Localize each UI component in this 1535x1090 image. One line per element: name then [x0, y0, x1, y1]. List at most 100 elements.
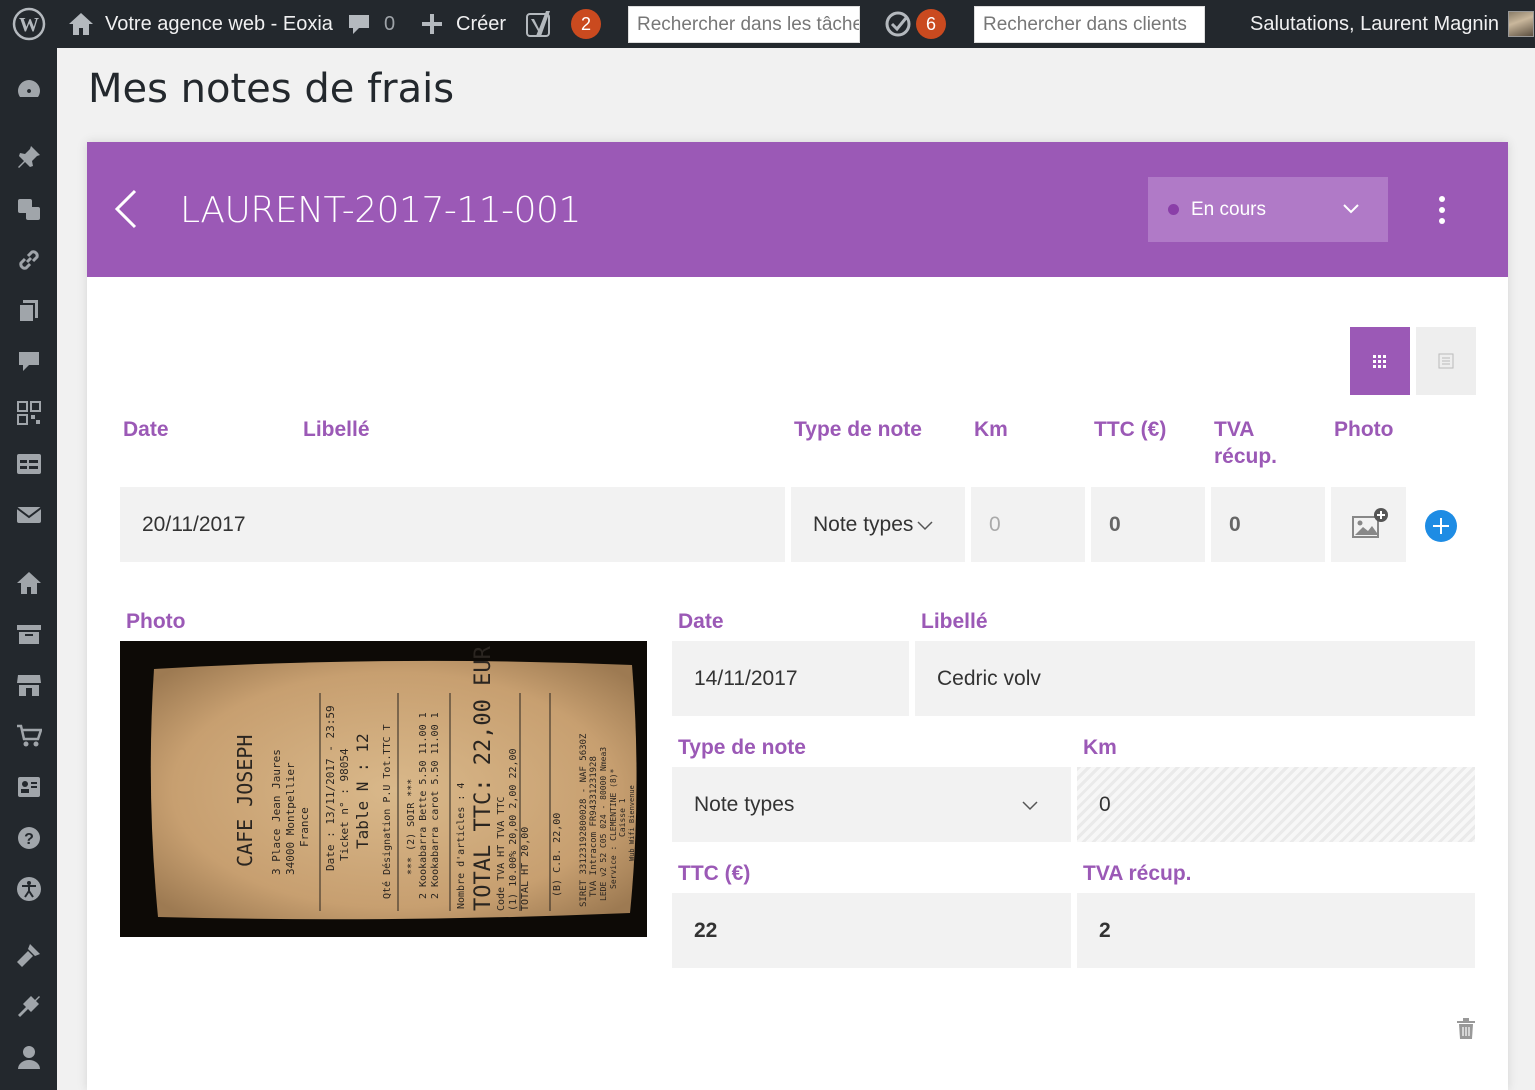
detail-km-label: Km [1083, 736, 1117, 759]
clients-search-input[interactable]: Rechercher dans clients [974, 6, 1205, 43]
new-content-menu[interactable]: Créer [420, 0, 506, 48]
new-photo-button[interactable] [1331, 487, 1406, 562]
admin-sidebar: ? [0, 48, 57, 1090]
new-tva-input[interactable]: 0 [1211, 487, 1325, 562]
detail-km-input[interactable]: 0 [1077, 767, 1475, 842]
new-date-input[interactable]: 20/11/2017 [120, 487, 785, 562]
wordpress-logo-icon[interactable]: W [12, 0, 46, 48]
store-icon[interactable] [14, 670, 44, 700]
receipt-country: France [298, 807, 311, 847]
header-km: Km [974, 418, 1008, 441]
seo-menu[interactable]: 2 [526, 0, 601, 48]
pin-icon[interactable] [14, 142, 44, 172]
greeting: Salutations, Laurent Magnin [1250, 12, 1500, 35]
new-label: Créer [456, 12, 507, 35]
plugins-icon[interactable] [14, 991, 44, 1021]
svg-text:W: W [19, 14, 39, 36]
more-options-button[interactable] [1439, 192, 1445, 228]
table-icon[interactable] [14, 449, 44, 479]
detail-date-label: Date [678, 610, 724, 633]
tasks-menu[interactable]: 6 [884, 0, 946, 48]
receipt-columns: Qté Désignation P.U Tot.TTC T [381, 724, 393, 899]
account-menu[interactable]: Salutations, Laurent Magnin [1250, 0, 1535, 48]
dashboard-icon[interactable] [14, 75, 44, 105]
detail-tva-label: TVA récup. [1083, 862, 1192, 885]
plus-icon [422, 14, 442, 34]
receipt-address2: 34000 Montpellier [284, 762, 297, 875]
receipt-lede: LEDE v2 52 C05 024 - 80000 Nmea3 [599, 747, 608, 901]
header-photo: Photo [1334, 418, 1394, 441]
seo-badge: 2 [571, 9, 601, 39]
appearance-icon[interactable] [14, 940, 44, 970]
status-select[interactable]: En cours [1148, 177, 1388, 242]
list-view-button[interactable] [1416, 327, 1476, 395]
receipt-item2: 2 Kookabarra carot 5.50 11.00 1 [430, 712, 441, 899]
receipt-address1: 3 Place Jean Jaures [270, 749, 283, 875]
receipt-wifi: Wub Wifi Bienvenue [628, 785, 636, 861]
contact-card-icon[interactable] [14, 772, 44, 802]
receipt-date: Date : 13/11/2017 - 23:59 [324, 705, 337, 871]
tasks-search-input[interactable]: Rechercher dans les tâche [628, 6, 860, 43]
archive-icon[interactable] [14, 619, 44, 649]
receipt-total: TOTAL TTC: 22,00 EUR [471, 645, 496, 911]
new-ttc-input[interactable]: 0 [1091, 487, 1205, 562]
site-name: Votre agence web - Eoxia [105, 12, 333, 35]
comments-icon[interactable] [14, 347, 44, 377]
chevron-down-icon [917, 521, 933, 531]
comment-icon [349, 15, 369, 34]
users-icon[interactable] [14, 1042, 44, 1072]
task-check-icon [885, 11, 911, 37]
header-tva-line2: récup. [1214, 445, 1278, 468]
detail-tva-input[interactable]: 2 [1077, 893, 1475, 968]
link-icon[interactable] [14, 245, 44, 275]
status-value: En cours [1191, 198, 1266, 220]
note-reference: LAURENT-2017-11-001 [180, 190, 581, 231]
pages-icon[interactable] [14, 296, 44, 326]
page-title: Mes notes de frais [88, 66, 455, 112]
chevron-down-icon [1022, 801, 1038, 811]
trash-icon [1457, 1018, 1475, 1039]
new-type-value: Note types [813, 512, 914, 536]
detail-type-select[interactable]: Note types [672, 767, 1071, 842]
back-button[interactable] [107, 187, 147, 232]
receipt-photo[interactable]: CAFE JOSEPH 3 Place Jean Jaures 34000 Mo… [120, 641, 647, 937]
receipt-nb-articles: Nombre d'articles : 4 [456, 783, 467, 909]
add-image-icon [1351, 507, 1388, 538]
receipt-service: Service : CLEMENTINE (8)* [609, 768, 618, 889]
media-icon[interactable] [14, 194, 44, 224]
receipt-tva-head: Code TVA HT TVA TTC [496, 797, 507, 911]
expense-report-panel: LAURENT-2017-11-001 En cours Date Libell… [87, 142, 1508, 1090]
tasks-badge: 6 [916, 9, 946, 39]
receipt-cb: (B) C.B. 22,00 [552, 813, 563, 897]
detail-date-input[interactable]: 14/11/2017 [672, 641, 909, 716]
chevron-left-icon [114, 189, 137, 229]
avatar [1508, 11, 1535, 37]
grid-view-button[interactable] [1350, 327, 1410, 395]
new-km-input[interactable]: 0 [971, 487, 1085, 562]
receipt-caisse: Caisse 1 [618, 798, 627, 837]
site-menu[interactable]: Votre agence web - Eoxia [68, 0, 333, 48]
receipt-table: Table N : 12 [353, 733, 372, 849]
header-date: Date [123, 418, 169, 441]
help-icon[interactable]: ? [14, 823, 44, 853]
admin-bar: W Votre agence web - Eoxia 0 Créer 2 Rec… [0, 0, 1535, 48]
plus-icon [1433, 518, 1449, 534]
header-tva: TVA récup. [1214, 416, 1277, 470]
home-icon [69, 13, 93, 35]
cart-icon[interactable] [14, 721, 44, 751]
mail-icon[interactable] [14, 500, 44, 530]
header-tva-line1: TVA [1214, 418, 1255, 441]
delete-button[interactable] [1456, 1018, 1476, 1045]
grid-icon[interactable] [14, 398, 44, 428]
detail-label-label: Libellé [921, 610, 988, 633]
detail-ttc-input[interactable]: 22 [672, 893, 1071, 968]
add-line-button[interactable] [1425, 510, 1457, 542]
list-icon [1438, 353, 1454, 369]
detail-type-value: Note types [694, 792, 795, 816]
house-icon[interactable] [14, 568, 44, 598]
chevron-down-icon [1343, 204, 1359, 214]
new-type-select[interactable]: Note types [791, 487, 965, 562]
accessibility-icon[interactable] [14, 874, 44, 904]
comments-menu[interactable]: 0 [347, 0, 395, 48]
detail-label-input[interactable]: Cedric volv [915, 641, 1475, 716]
